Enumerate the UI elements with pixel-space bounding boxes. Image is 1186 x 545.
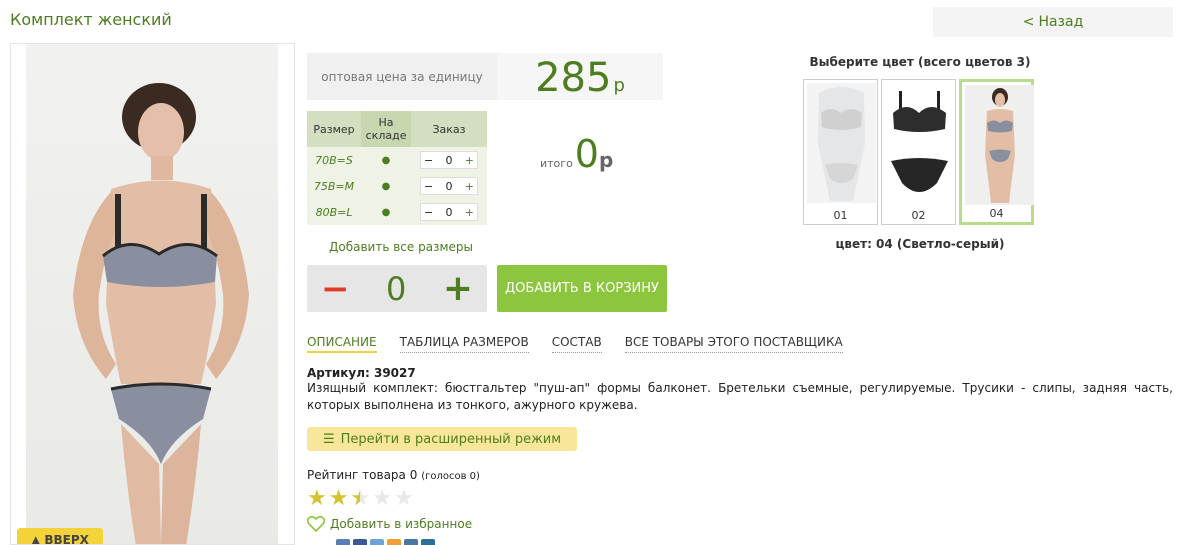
back-label: Назад [1038, 14, 1084, 30]
price-label: оптовая цена за единицу [321, 69, 483, 84]
swatch-image [885, 83, 954, 203]
quantity-box: − 0 + [307, 265, 487, 312]
list-icon: ☰ [322, 431, 335, 447]
total-label: итого [540, 157, 573, 170]
rating-stars[interactable]: ★ ★ ★ ★ ★ [307, 487, 414, 511]
star-icon[interactable]: ★ [372, 487, 392, 511]
star-icon[interactable]: ★ [394, 487, 414, 511]
quantity-stepper[interactable]: − 0 + [420, 177, 479, 195]
rating-label: Рейтинг товара [307, 468, 406, 482]
size-header: Размер [307, 111, 362, 147]
stock-header: На складе [361, 111, 412, 147]
price-box: оптовая цена за единицу 285 р [307, 53, 663, 101]
color-swatches: 01 02 04 [803, 79, 1034, 225]
stepper-value[interactable]: 0 [446, 180, 453, 193]
color-swatch-01[interactable]: 01 [803, 79, 878, 225]
share-icon[interactable] [404, 539, 418, 545]
rating-value: 0 [409, 468, 418, 482]
price-number: 285 [535, 55, 612, 101]
share-icon[interactable] [370, 539, 384, 545]
total-value: 0 [574, 132, 599, 176]
product-description: Изящный комплект: бюстгальтер "пуш-ап" ф… [307, 381, 1173, 412]
swatch-image [807, 83, 876, 203]
size-name: 75B=M [307, 173, 362, 199]
size-name: 80B=L [307, 199, 362, 225]
stock-indicator: ● [361, 199, 412, 225]
table-row: 80B=L ● − 0 + [307, 199, 487, 225]
swatch-image [965, 85, 1034, 205]
minus-icon[interactable]: − [424, 154, 433, 167]
advanced-mode-button[interactable]: ☰ Перейти в расширенный режим [307, 427, 577, 451]
share-icon[interactable] [387, 539, 401, 545]
swatch-number: 02 [911, 209, 926, 222]
star-icon[interactable]: ★ [307, 487, 327, 511]
star-icon[interactable]: ★ [350, 487, 370, 511]
size-table: Размер На складе Заказ 70B=S ● − 0 + 75B… [307, 111, 487, 225]
quantity-value[interactable]: 0 [386, 270, 406, 308]
minus-icon[interactable]: − [424, 180, 433, 193]
swatch-number: 04 [989, 207, 1004, 220]
article-number: Артикул: 39027 [307, 366, 416, 380]
model-image [73, 83, 249, 544]
stock-indicator: ● [361, 147, 412, 173]
chevron-left-icon: < [1022, 14, 1035, 30]
quantity-stepper[interactable]: − 0 + [420, 151, 479, 169]
tab-composition[interactable]: СОСТАВ [551, 335, 602, 353]
arrow-up-icon: ▲ [31, 533, 41, 545]
share-icon[interactable] [421, 539, 435, 545]
add-to-cart-button[interactable]: ДОБАВИТЬ В КОРЗИНУ [497, 265, 667, 312]
color-swatch-02[interactable]: 02 [881, 79, 956, 225]
minus-icon[interactable]: − [424, 206, 433, 219]
stepper-value[interactable]: 0 [446, 206, 453, 219]
product-tabs: ОПИСАНИЕ ТАБЛИЦА РАЗМЕРОВ СОСТАВ ВСЕ ТОВ… [307, 335, 843, 353]
favorites-label: Добавить в избранное [330, 517, 473, 531]
back-button[interactable]: < Назад [933, 7, 1173, 37]
plus-icon[interactable]: + [465, 206, 474, 219]
quantity-stepper[interactable]: − 0 + [420, 203, 479, 221]
plus-icon[interactable]: + [465, 180, 474, 193]
scroll-up-label: ВВЕРХ [44, 533, 89, 545]
order-cell: − 0 + [411, 173, 487, 199]
star-icon[interactable]: ★ [329, 487, 349, 511]
product-photo[interactable]: ▲ ВВЕРХ [10, 43, 295, 545]
color-swatch-04[interactable]: 04 [959, 79, 1034, 225]
add-all-sizes-link[interactable]: Добавить все размеры [329, 240, 473, 254]
plus-button[interactable]: + [443, 270, 473, 307]
price-value: 285 р [497, 53, 663, 101]
order-header: Заказ [411, 111, 487, 147]
rating-text: Рейтинг товара 0 (голосов 0) [307, 468, 480, 482]
share-buttons [336, 539, 435, 545]
stock-indicator: ● [361, 173, 412, 199]
share-icon[interactable] [353, 539, 367, 545]
minus-button[interactable]: − [321, 272, 350, 306]
order-total: итого 0 р [540, 132, 613, 176]
stepper-value[interactable]: 0 [446, 154, 453, 167]
price-currency: р [613, 75, 625, 96]
size-name: 70B=S [307, 147, 362, 173]
page-title: Комплект женский [10, 10, 172, 29]
plus-icon[interactable]: + [465, 154, 474, 167]
table-row: 70B=S ● − 0 + [307, 147, 487, 173]
table-row: 75B=M ● − 0 + [307, 173, 487, 199]
rating-votes: (голосов 0) [421, 471, 480, 482]
tab-description[interactable]: ОПИСАНИЕ [307, 335, 377, 353]
heart-icon [307, 516, 325, 532]
tab-supplier-products[interactable]: ВСЕ ТОВАРЫ ЭТОГО ПОСТАВЩИКА [624, 335, 843, 353]
tab-size-table[interactable]: ТАБЛИЦА РАЗМЕРОВ [399, 335, 529, 353]
selected-color-label: цвет: 04 (Светло-серый) [835, 237, 1005, 251]
total-currency: р [598, 148, 614, 172]
scroll-up-button[interactable]: ▲ ВВЕРХ [17, 528, 103, 545]
order-cell: − 0 + [411, 147, 487, 173]
advanced-mode-label: Перейти в расширенный режим [340, 431, 562, 447]
share-icon[interactable] [336, 539, 350, 545]
color-select-title: Выберите цвет (всего цветов 3) [809, 55, 1031, 69]
add-to-favorites[interactable]: Добавить в избранное [307, 516, 472, 532]
order-cell: − 0 + [411, 199, 487, 225]
swatch-number: 01 [833, 209, 848, 222]
